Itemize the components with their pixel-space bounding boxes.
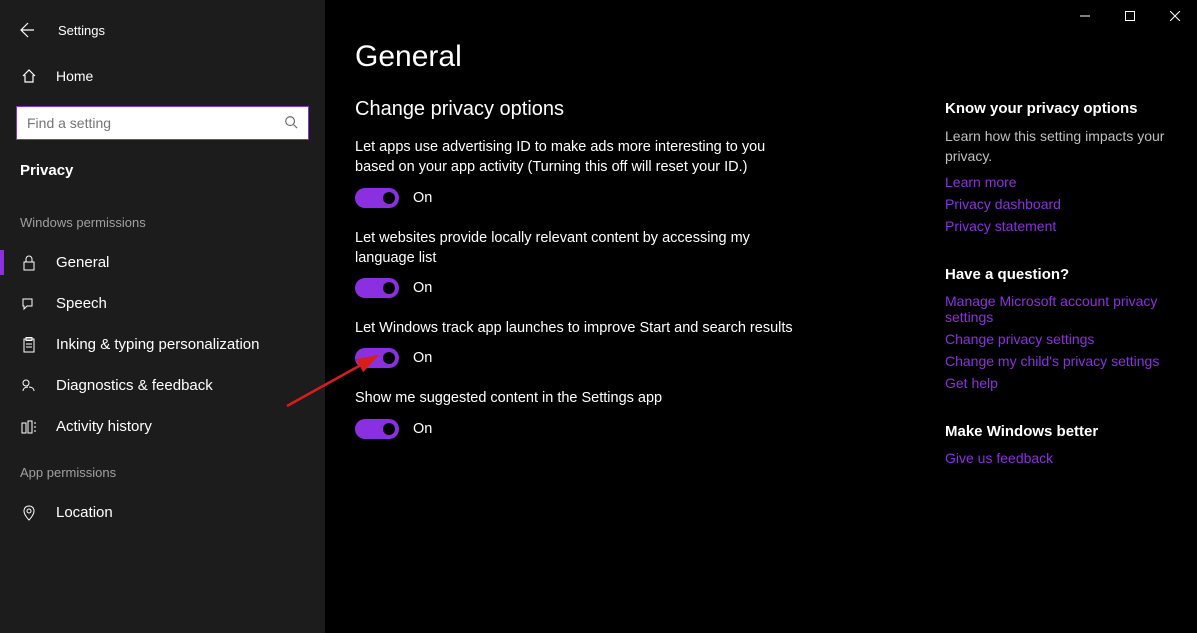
nav-item-general[interactable]: General xyxy=(0,242,325,283)
toggle-track-app-launches[interactable] xyxy=(355,348,399,368)
nav-item-label: Inking & typing personalization xyxy=(56,336,259,353)
toggle-language-list[interactable] xyxy=(355,278,399,298)
search-icon xyxy=(284,115,298,132)
toggle-advertising-id[interactable] xyxy=(355,188,399,208)
nav-item-inking[interactable]: Inking & typing personalization xyxy=(0,324,325,365)
nav-item-location[interactable]: Location xyxy=(0,492,325,533)
nav-item-label: General xyxy=(56,254,109,271)
toggle-state: On xyxy=(413,190,432,206)
nav-item-label: Diagnostics & feedback xyxy=(56,377,213,394)
toggle-state: On xyxy=(413,350,432,366)
link-learn-more[interactable]: Learn more xyxy=(945,174,1167,190)
sidebar-section-windows-permissions: Windows permissions xyxy=(0,197,325,242)
sidebar-current-section: Privacy xyxy=(0,154,325,197)
nav-item-diagnostics[interactable]: Diagnostics & feedback xyxy=(0,365,325,406)
nav-item-label: Speech xyxy=(56,295,107,312)
aside-heading-question: Have a question? xyxy=(945,266,1167,283)
setting-track-app-launches: Let Windows track app launches to improv… xyxy=(355,318,795,368)
search-input[interactable] xyxy=(27,115,271,131)
search-box[interactable] xyxy=(16,106,309,140)
nav-item-label: Location xyxy=(56,504,113,521)
sidebar: Settings Home Privacy Windows permission… xyxy=(0,0,325,633)
nav-item-speech[interactable]: Speech xyxy=(0,283,325,324)
clipboard-icon xyxy=(20,337,38,353)
link-get-help[interactable]: Get help xyxy=(945,375,1167,391)
setting-label: Let apps use advertising ID to make ads … xyxy=(355,137,795,178)
toggle-state: On xyxy=(413,421,432,437)
lock-icon xyxy=(20,255,38,271)
link-change-privacy-settings[interactable]: Change privacy settings xyxy=(945,331,1167,347)
link-manage-account-privacy[interactable]: Manage Microsoft account privacy setting… xyxy=(945,293,1167,325)
sidebar-section-app-permissions: App permissions xyxy=(0,447,325,492)
history-icon xyxy=(20,419,38,435)
page-title: General xyxy=(355,40,915,74)
link-privacy-statement[interactable]: Privacy statement xyxy=(945,218,1167,234)
app-title: Settings xyxy=(58,23,105,38)
setting-language-list: Let websites provide locally relevant co… xyxy=(355,228,795,299)
minimize-button[interactable] xyxy=(1062,0,1107,32)
nav-item-activity-history[interactable]: Activity history xyxy=(0,406,325,447)
aside-heading-make-better: Make Windows better xyxy=(945,423,1167,440)
nav-home-label: Home xyxy=(56,68,93,84)
nav-home[interactable]: Home xyxy=(0,54,325,98)
back-button[interactable] xyxy=(12,16,40,44)
close-button[interactable] xyxy=(1152,0,1197,32)
feedback-icon xyxy=(20,378,38,394)
setting-suggested-content: Show me suggested content in the Setting… xyxy=(355,388,795,438)
main-content: General Change privacy options Let apps … xyxy=(325,0,1197,633)
speech-icon xyxy=(20,296,38,312)
aside: Know your privacy options Learn how this… xyxy=(945,40,1167,633)
maximize-button[interactable] xyxy=(1107,0,1152,32)
toggle-suggested-content[interactable] xyxy=(355,419,399,439)
setting-label: Let websites provide locally relevant co… xyxy=(355,228,795,269)
aside-text: Learn how this setting impacts your priv… xyxy=(945,127,1167,166)
setting-advertising-id: Let apps use advertising ID to make ads … xyxy=(355,137,795,208)
link-give-feedback[interactable]: Give us feedback xyxy=(945,450,1167,466)
nav-item-label: Activity history xyxy=(56,418,152,435)
setting-label: Show me suggested content in the Setting… xyxy=(355,388,795,408)
toggle-state: On xyxy=(413,280,432,296)
home-icon xyxy=(20,68,38,84)
section-title: Change privacy options xyxy=(355,98,915,121)
setting-label: Let Windows track app launches to improv… xyxy=(355,318,795,338)
location-icon xyxy=(20,505,38,521)
aside-heading-privacy-options: Know your privacy options xyxy=(945,100,1167,117)
link-child-privacy-settings[interactable]: Change my child's privacy settings xyxy=(945,353,1167,369)
link-privacy-dashboard[interactable]: Privacy dashboard xyxy=(945,196,1167,212)
